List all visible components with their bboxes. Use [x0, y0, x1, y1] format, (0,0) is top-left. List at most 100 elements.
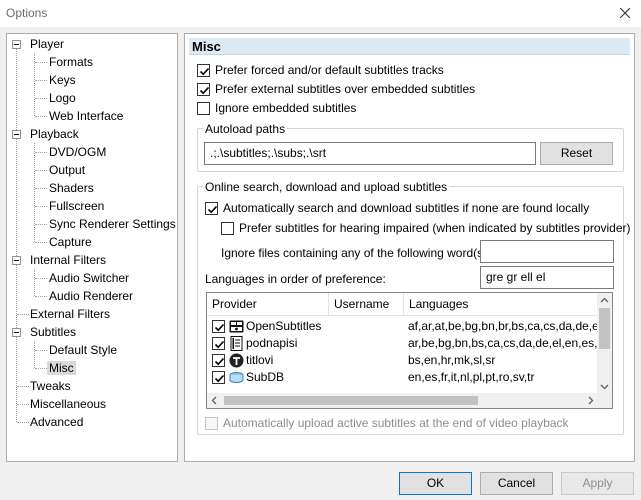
checkmark-icon: [214, 323, 225, 332]
column-username[interactable]: Username: [329, 293, 404, 316]
tree-line: [34, 341, 35, 368]
ok-button[interactable]: OK: [399, 472, 472, 495]
tree-line: [34, 143, 35, 242]
scroll-right-icon[interactable]: [583, 393, 598, 408]
vertical-scrollbar[interactable]: [597, 293, 612, 394]
checkmark-icon: [214, 374, 225, 383]
scroll-up-icon[interactable]: [597, 293, 612, 308]
tree-line: [35, 278, 47, 279]
tree-item-capture[interactable]: Capture: [47, 233, 94, 251]
tree-item-misc[interactable]: Misc: [47, 359, 76, 377]
tree-line: [35, 152, 47, 153]
provider-list[interactable]: Provider Username Languages OpenSubtitle…: [206, 292, 613, 409]
scroll-corner: [597, 393, 612, 408]
table-row[interactable]: titlovi bs,en,hr,mk,sl,sr: [207, 352, 598, 369]
scroll-left-icon[interactable]: [207, 393, 222, 408]
tree-line: [35, 170, 47, 171]
podnapisi-icon: [230, 336, 243, 351]
page-title: Misc: [192, 39, 221, 54]
window-title: Options: [6, 6, 48, 20]
checkbox-box: [205, 202, 218, 215]
provider-checkbox[interactable]: [212, 354, 225, 367]
checkbox-box: [205, 417, 218, 430]
close-button[interactable]: [613, 2, 637, 24]
table-row[interactable]: podnapisi ar,be,bg,bn,bs,ca,cs,da,de,el,…: [207, 335, 598, 352]
checkmark-icon: [207, 205, 218, 214]
reset-button[interactable]: Reset: [540, 142, 613, 165]
tree-item-audio-switcher[interactable]: Audio Switcher: [47, 269, 131, 287]
apply-button[interactable]: Apply: [561, 472, 634, 495]
cancel-button[interactable]: Cancel: [480, 472, 553, 495]
provider-languages: en,es,fr,it,nl,pl,pt,ro,sv,tr: [408, 370, 535, 384]
table-row[interactable]: OpenSubtitles af,ar,at,be,bg,bn,br,bs,ca…: [207, 318, 598, 335]
tree-item-internal-filters[interactable]: Internal Filters: [28, 251, 108, 269]
tree-item-player[interactable]: Player: [28, 35, 66, 53]
checkbox-box: [197, 64, 210, 77]
collapse-icon[interactable]: [12, 256, 21, 265]
scroll-down-icon[interactable]: [597, 379, 612, 394]
checkbox-box: [197, 83, 210, 96]
tree-line: [35, 350, 47, 351]
tree-line: [16, 44, 17, 422]
subdb-icon: [229, 372, 244, 383]
tree-item-web-interface[interactable]: Web Interface: [47, 107, 125, 125]
tree-item-formats[interactable]: Formats: [47, 53, 95, 71]
languages-input[interactable]: gre gr ell el: [480, 266, 614, 289]
provider-checkbox[interactable]: [212, 320, 225, 333]
collapse-icon[interactable]: [12, 130, 21, 139]
tree-line: [35, 224, 47, 225]
ignore-words-input[interactable]: [480, 240, 614, 263]
horizontal-scrollbar[interactable]: [207, 393, 598, 408]
column-provider[interactable]: Provider: [207, 293, 329, 316]
tree-item-fullscreen[interactable]: Fullscreen: [47, 197, 106, 215]
tree-line: [35, 116, 47, 117]
titlovi-icon: [229, 353, 244, 368]
autoload-paths-input[interactable]: .;.\subtitles;.\subs;.\srt: [204, 142, 536, 165]
close-icon: [620, 8, 630, 18]
title-bar: Options: [0, 0, 641, 27]
tree-line: [35, 206, 47, 207]
tree-line: [35, 242, 47, 243]
provider-list-header: Provider Username Languages: [207, 293, 598, 316]
tree-line: [35, 80, 47, 81]
tree-item-subtitles[interactable]: Subtitles: [28, 323, 78, 341]
provider-checkbox[interactable]: [212, 337, 225, 350]
tree-line: [35, 62, 47, 63]
tree-item-advanced[interactable]: Advanced: [28, 413, 85, 431]
tree-line: [35, 98, 47, 99]
column-languages[interactable]: Languages: [404, 293, 598, 316]
tree-item-shaders[interactable]: Shaders: [47, 179, 96, 197]
provider-languages: af,ar,at,be,bg,bn,br,bs,ca,cs,da,de,e: [408, 319, 598, 333]
opensubtitles-icon: [229, 320, 244, 333]
tree-item-logo[interactable]: Logo: [47, 89, 78, 107]
checkmark-icon: [214, 357, 225, 366]
provider-name: OpenSubtitles: [246, 319, 322, 333]
autoload-group-title: Autoload paths: [203, 122, 288, 136]
checkmark-icon: [199, 86, 210, 95]
tree-line: [34, 269, 35, 296]
tree-item-default-style[interactable]: Default Style: [47, 341, 119, 359]
tree-item-sync-renderer-settings[interactable]: Sync Renderer Settings: [47, 215, 178, 233]
tree-item-output[interactable]: Output: [47, 161, 87, 179]
languages-label: Languages in order of preference:: [205, 272, 386, 286]
provider-name: titlovi: [246, 353, 274, 367]
tree-item-audio-renderer[interactable]: Audio Renderer: [47, 287, 135, 305]
misc-panel: Misc Prefer forced and/or default subtit…: [184, 33, 635, 462]
tree-item-external-filters[interactable]: External Filters: [28, 305, 112, 323]
tree-item-playback[interactable]: Playback: [28, 125, 81, 143]
tree-item-miscellaneous[interactable]: Miscellaneous: [28, 395, 108, 413]
tree-item-dvd-ogm[interactable]: DVD/OGM: [47, 143, 108, 161]
ignore-words-label: Ignore files containing any of the follo…: [221, 246, 491, 260]
tree-item-keys[interactable]: Keys: [47, 71, 78, 89]
collapse-icon[interactable]: [12, 328, 21, 337]
tree-line: [35, 368, 47, 369]
table-row[interactable]: SubDB en,es,fr,it,nl,pl,pt,ro,sv,tr: [207, 369, 598, 386]
provider-name: SubDB: [246, 370, 285, 384]
options-tree[interactable]: Player Formats Keys Logo Web Interface P…: [6, 33, 178, 462]
scroll-thumb[interactable]: [224, 396, 478, 405]
scroll-thumb[interactable]: [599, 308, 610, 349]
collapse-icon[interactable]: [12, 40, 21, 49]
checkmark-icon: [199, 67, 210, 76]
tree-item-tweaks[interactable]: Tweaks: [28, 377, 73, 395]
provider-checkbox[interactable]: [212, 371, 225, 384]
